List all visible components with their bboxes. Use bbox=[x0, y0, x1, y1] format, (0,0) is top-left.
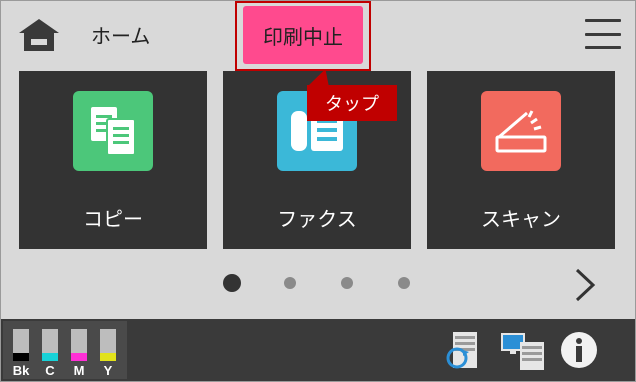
network-button[interactable] bbox=[499, 327, 547, 373]
page-dot-2[interactable] bbox=[284, 277, 296, 289]
ink-bk bbox=[13, 329, 29, 361]
tile-copy-label: コピー bbox=[83, 207, 143, 231]
copy-icon bbox=[73, 91, 153, 171]
menu-button[interactable] bbox=[585, 19, 621, 49]
tap-callout: タップ bbox=[307, 85, 397, 121]
info-button[interactable] bbox=[559, 327, 599, 373]
page-dot-1[interactable] bbox=[223, 274, 241, 292]
home-label: ホーム bbox=[91, 24, 151, 48]
ink-label-m: M bbox=[73, 363, 85, 378]
home-button[interactable] bbox=[15, 15, 63, 55]
ink-c bbox=[42, 329, 58, 361]
tile-fax-label: ファクス bbox=[277, 207, 357, 231]
page-dot-3[interactable] bbox=[341, 277, 353, 289]
ink-label-c: C bbox=[45, 363, 55, 378]
info-icon bbox=[561, 332, 597, 368]
network-printer-icon bbox=[501, 333, 544, 370]
ink-label-y: Y bbox=[103, 363, 113, 378]
wireless-direct-button[interactable] bbox=[441, 327, 481, 373]
wireless-direct-icon bbox=[446, 332, 477, 369]
status-bar: Bk C M Y bbox=[1, 319, 635, 381]
scan-icon bbox=[481, 91, 561, 171]
home-icon bbox=[19, 19, 59, 51]
next-page-button[interactable] bbox=[567, 263, 603, 307]
ink-levels-button[interactable]: Bk C M Y bbox=[3, 321, 127, 379]
ink-y bbox=[100, 329, 116, 361]
tile-scan[interactable]: スキャン bbox=[427, 71, 615, 249]
page-dot-4[interactable] bbox=[398, 277, 410, 289]
menu-icon bbox=[585, 19, 621, 22]
stop-print-button[interactable]: 印刷中止 bbox=[243, 6, 363, 64]
tile-copy[interactable]: コピー bbox=[19, 71, 207, 249]
chevron-right-icon bbox=[575, 268, 596, 302]
ink-label-bk: Bk bbox=[12, 363, 30, 378]
printer-home-screen: ホーム 印刷中止 コピー ファクス スキャン タップ Bk C M Y bbox=[0, 0, 636, 382]
tile-scan-label: スキャン bbox=[481, 207, 561, 231]
ink-m bbox=[71, 329, 87, 361]
